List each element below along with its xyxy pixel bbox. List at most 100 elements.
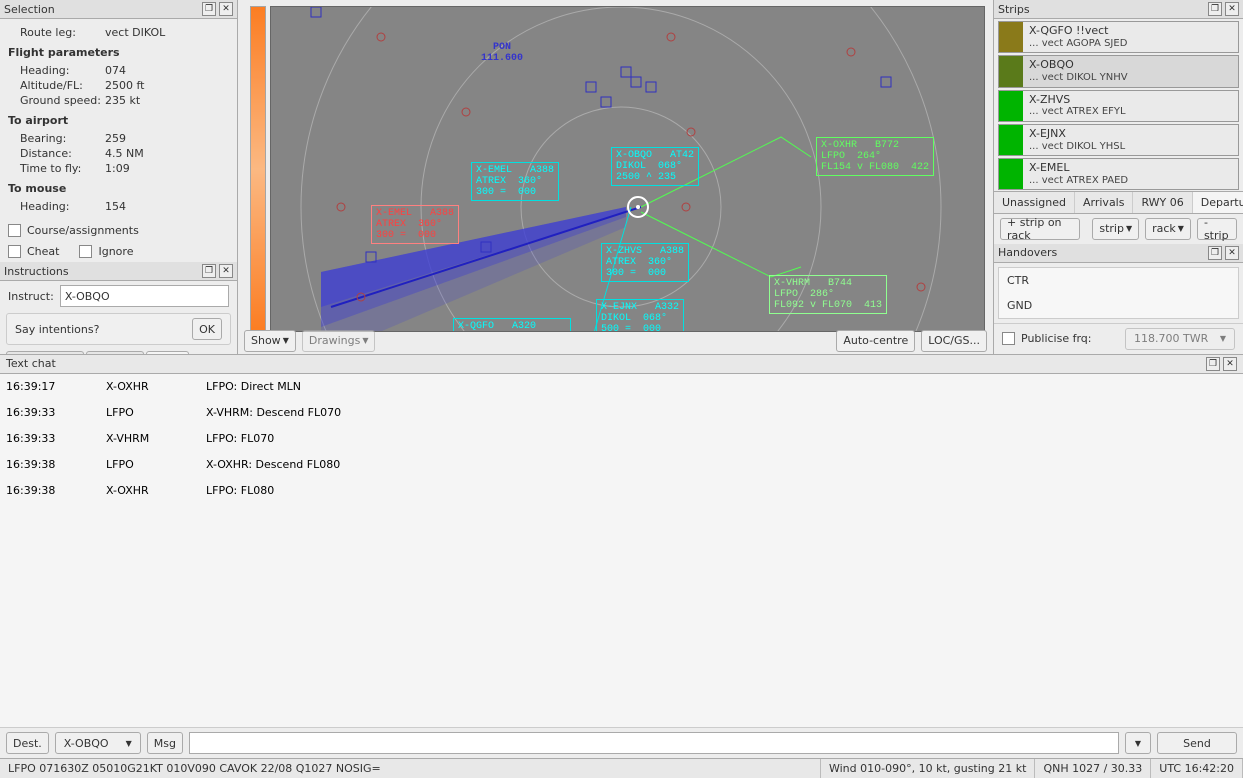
chat-row: 16:39:17X-OXHRLFPO: Direct MLN — [0, 374, 1243, 400]
strip-text: X-EJNX... vect DIKOL YHSL — [1023, 125, 1131, 155]
close-icon[interactable]: ✕ — [219, 264, 233, 278]
tag-obqo[interactable]: X-OBQO AT42 DIKOL 068° 2500 ^ 235 — [611, 147, 699, 186]
dest-button[interactable]: Dest. — [6, 732, 49, 754]
qnh-text: QNH 1027 / 30.33 — [1035, 759, 1151, 778]
strips-list: X-QGFO !!vect... vect AGOPA SJED X-OBQO..… — [994, 19, 1243, 190]
chevron-down-icon: ▼ — [362, 336, 368, 345]
route-leg-value: vect DIKOL — [105, 26, 165, 39]
instructions-header: Instructions ❐ ✕ — [0, 262, 237, 281]
strip-row[interactable]: X-EMEL... vect ATREX PAED — [998, 158, 1239, 190]
strip-row[interactable]: X-ZHVS... vect ATREX EFYL — [998, 90, 1239, 122]
strip-text: X-OBQO... vect DIKOL YNHV — [1023, 56, 1134, 86]
chat-log[interactable]: 16:39:17X-OXHRLFPO: Direct MLN16:39:33LF… — [0, 374, 1243, 729]
chevron-down-icon: ▼ — [1220, 334, 1226, 343]
cheat-checkbox[interactable] — [8, 245, 21, 258]
restore-icon[interactable]: ❐ — [1208, 2, 1222, 16]
alt-value: 2500 ft — [105, 79, 144, 92]
cheat-label: Cheat — [27, 245, 59, 258]
ttf-key: Time to fly: — [20, 162, 105, 175]
handovers-title: Handovers — [998, 246, 1205, 259]
freq-combo[interactable]: 118.700 TWR▼ — [1125, 328, 1235, 350]
chevron-down-icon: ▼ — [126, 739, 132, 748]
tag-vhrm[interactable]: X-VHRM B744 LFPO 286° FL092 v FL070 413 — [769, 275, 887, 314]
close-icon[interactable]: ✕ — [219, 2, 233, 16]
strip-row[interactable]: X-QGFO !!vect... vect AGOPA SJED — [998, 21, 1239, 53]
tag-zhvs[interactable]: X-ZHVS A388 ATREX 360° 300 = 000 — [601, 243, 689, 282]
route-leg-key: Route leg: — [20, 26, 105, 39]
say-intentions-label: Say intentions? — [15, 323, 186, 336]
navpoint-pon: PON 111.600 — [481, 42, 523, 64]
chat-input[interactable] — [189, 732, 1119, 754]
altitude-ruler[interactable] — [250, 6, 266, 332]
strip-color — [999, 125, 1023, 155]
strips-header: Strips ❐ ✕ — [994, 0, 1243, 19]
status-bar: LFPO 071630Z 05010G21KT 010V090 CAVOK 22… — [0, 758, 1243, 778]
restore-icon[interactable]: ❐ — [202, 2, 216, 16]
show-button[interactable]: Show▼ — [244, 330, 296, 352]
strip-text: X-ZHVS... vect ATREX EFYL — [1023, 91, 1132, 121]
publicise-label: Publicise frq: — [1021, 332, 1092, 345]
course-label: Course/assignments — [27, 224, 139, 237]
strip-menu-button[interactable]: strip▼ — [1092, 218, 1139, 240]
rack-menu-button[interactable]: rack▼ — [1145, 218, 1191, 240]
handover-item[interactable]: CTR — [999, 268, 1238, 293]
close-icon[interactable]: ✕ — [1225, 246, 1239, 260]
strip-color — [999, 91, 1023, 121]
handovers-list[interactable]: CTR GND — [998, 267, 1239, 319]
to-mouse-title: To mouse — [8, 182, 229, 195]
drawings-button[interactable]: Drawings▼ — [302, 330, 376, 352]
tag-emel[interactable]: X-EMEL A388 ATREX 360° 300 = 000 — [471, 162, 559, 201]
radar-scope[interactable]: PON 111.600 MLN 113.600 X-OBQO AT42 DIKO… — [270, 6, 985, 332]
remove-strip-button[interactable]: - strip — [1197, 218, 1237, 240]
metar-text: LFPO 071630Z 05010G21KT 010V090 CAVOK 22… — [0, 759, 821, 778]
ignore-label: Ignore — [98, 245, 133, 258]
strip-on-rack-button[interactable]: + strip on rack — [1000, 218, 1080, 240]
to-airport-title: To airport — [8, 114, 229, 127]
tag-warn[interactable]: X-EMEL A388 ATREX 360° 300 = 000 — [371, 205, 459, 244]
close-icon[interactable]: ✕ — [1223, 357, 1237, 371]
tab-arrivals[interactable]: Arrivals — [1075, 192, 1133, 213]
strip-text: X-EMEL... vect ATREX PAED — [1023, 159, 1134, 189]
close-icon[interactable]: ✕ — [1225, 2, 1239, 16]
locgs-button[interactable]: LOC/GS... — [921, 330, 987, 352]
heading-value: 074 — [105, 64, 126, 77]
say-ok-button[interactable]: OK — [192, 318, 222, 340]
instructions-title: Instructions — [4, 265, 199, 278]
mouse-heading-value: 154 — [105, 200, 126, 213]
heading-key: Heading: — [20, 64, 105, 77]
handover-item[interactable]: GND — [999, 293, 1238, 318]
chevron-down-icon: ▼ — [283, 336, 289, 345]
dist-key: Distance: — [20, 147, 105, 160]
tag-oxhr[interactable]: X-OXHR B772 LFPO 264° FL154 v FL080 422 — [816, 137, 934, 176]
autocentre-button[interactable]: Auto-centre — [836, 330, 915, 352]
msg-button[interactable]: Msg — [147, 732, 183, 754]
chevron-down-icon: ▼ — [1135, 739, 1141, 748]
tab-departures[interactable]: Departures — [1193, 192, 1243, 213]
chat-row: 16:39:33LFPOX-VHRM: Descend FL070 — [0, 399, 1243, 425]
restore-icon[interactable]: ❐ — [202, 264, 216, 278]
strip-text: X-QGFO !!vect... vect AGOPA SJED — [1023, 22, 1133, 52]
instruct-input[interactable] — [60, 285, 229, 307]
course-checkbox[interactable] — [8, 224, 21, 237]
chat-history-combo[interactable]: ▼ — [1125, 732, 1151, 754]
strip-color — [999, 159, 1023, 189]
chat-row: 16:39:38X-OXHRLFPO: FL080 — [0, 477, 1243, 503]
instruct-label: Instruct: — [8, 290, 54, 303]
strip-row[interactable]: X-OBQO... vect DIKOL YNHV — [998, 55, 1239, 87]
ttf-value: 1:09 — [105, 162, 130, 175]
dist-value: 4.5 NM — [105, 147, 144, 160]
tab-rwy[interactable]: RWY 06 — [1133, 192, 1192, 213]
utc-text: UTC 16:42:20 — [1151, 759, 1243, 778]
mouse-heading-key: Heading: — [20, 200, 105, 213]
restore-icon[interactable]: ❐ — [1208, 246, 1222, 260]
bearing-value: 259 — [105, 132, 126, 145]
strip-row[interactable]: X-EJNX... vect DIKOL YHSL — [998, 124, 1239, 156]
ignore-checkbox[interactable] — [79, 245, 92, 258]
publicise-checkbox[interactable] — [1002, 332, 1015, 345]
bearing-key: Bearing: — [20, 132, 105, 145]
restore-icon[interactable]: ❐ — [1206, 357, 1220, 371]
send-button[interactable]: Send — [1157, 732, 1237, 754]
dest-combo[interactable]: X-OBQO▼ — [55, 732, 141, 754]
strip-color — [999, 22, 1023, 52]
tab-unassigned[interactable]: Unassigned — [994, 192, 1075, 213]
